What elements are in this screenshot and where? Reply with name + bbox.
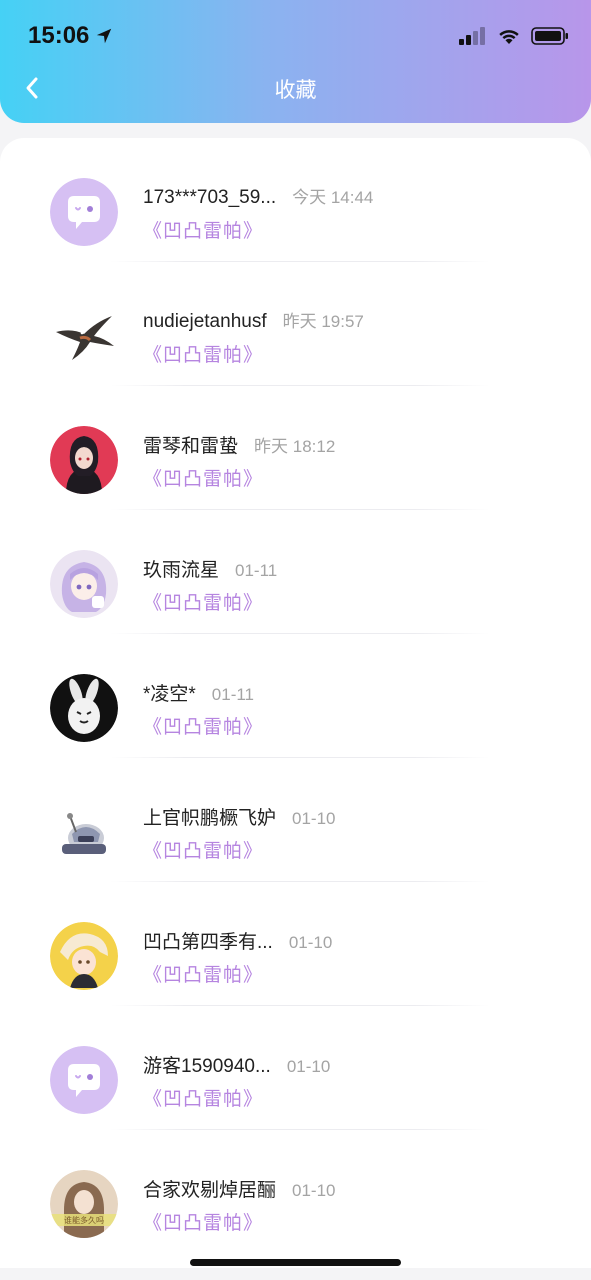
item-time: 昨天 19:57: [282, 312, 364, 331]
item-header: 凹凸第四季有... 01-10: [143, 927, 332, 954]
item-time: 01-10: [288, 933, 333, 952]
list-item[interactable]: nudiejetanhusf 昨天 19:57 《凹凸雷帕》: [0, 262, 591, 386]
home-indicator[interactable]: [190, 1259, 401, 1266]
avatar-caption: 谁能多久吗: [64, 1215, 104, 1225]
bunny-avatar: [50, 674, 118, 742]
cellular-signal-icon: [459, 27, 485, 45]
item-header: 雷琴和雷蛰 昨天 18:12: [143, 431, 335, 458]
item-title: 《凹凸雷帕》: [143, 469, 264, 490]
item-time: 01-10: [292, 809, 336, 828]
item-title: 《凹凸雷帕》: [143, 965, 264, 986]
list-item[interactable]: 谁能多久吗 合家欢剔焯居酾 01-10 《凹凸雷帕》: [0, 1130, 591, 1254]
item-time: 01-11: [211, 685, 255, 704]
portrait-avatar: 谁能多久吗: [50, 1170, 118, 1238]
user-name: 合家欢剔焯居酾: [143, 1180, 277, 1201]
status-time: 15:06: [28, 22, 113, 50]
wifi-icon: [499, 30, 519, 44]
item-time: 01-10: [286, 1057, 331, 1076]
battery-icon: [531, 27, 568, 45]
page-title: 收藏: [274, 79, 317, 102]
header: 15:06 收藏: [0, 0, 591, 123]
item-title: 《凹凸雷帕》: [143, 345, 264, 366]
list-item[interactable]: 上官帜鹏橛飞妒 01-10 《凹凸雷帕》: [0, 758, 591, 882]
user-name: 凹凸第四季有...: [143, 932, 273, 953]
list-item[interactable]: 游客1590940... 01-10 《凹凸雷帕》: [0, 1006, 591, 1130]
anime-girl-red-avatar: [50, 426, 118, 494]
list-item[interactable]: *凌空* 01-11 《凹凸雷帕》: [0, 634, 591, 758]
clock-text: 15:06: [28, 22, 90, 49]
item-header: 玖雨流星 01-11: [143, 555, 277, 582]
user-name: nudiejetanhusf: [143, 311, 267, 332]
user-name: *凌空*: [143, 684, 196, 705]
item-time: 01-10: [292, 1181, 336, 1200]
item-title: 《凹凸雷帕》: [143, 593, 264, 614]
location-arrow-icon: [97, 28, 112, 44]
item-time: 今天 14:44: [292, 188, 374, 207]
anime-girl-purple-avatar: [50, 550, 118, 618]
nav-bar: 收藏: [0, 60, 591, 116]
item-title: 《凹凸雷帕》: [143, 221, 264, 242]
robot-avatar: [50, 798, 118, 866]
list-item[interactable]: 173***703_59... 今天 14:44 《凹凸雷帕》: [0, 138, 591, 262]
item-header: 游客1590940... 01-10: [143, 1051, 330, 1078]
chat-bubble-avatar: [50, 178, 118, 246]
list-item[interactable]: 雷琴和雷蛰 昨天 18:12 《凹凸雷帕》: [0, 386, 591, 510]
item-header: nudiejetanhusf 昨天 19:57: [143, 307, 364, 333]
item-header: 173***703_59... 今天 14:44: [143, 183, 373, 209]
item-header: 上官帜鹏橛飞妒 01-10: [143, 803, 336, 830]
user-name: 雷琴和雷蛰: [143, 436, 239, 457]
status-icons: [459, 26, 569, 46]
item-time: 昨天 18:12: [254, 437, 336, 456]
item-title: 《凹凸雷帕》: [143, 1089, 264, 1110]
chat-bubble-avatar: [50, 1046, 118, 1114]
item-title: 《凹凸雷帕》: [143, 1213, 264, 1234]
user-name: 173***703_59...: [143, 187, 277, 208]
user-name: 游客1590940...: [143, 1056, 271, 1077]
item-time: 01-11: [235, 561, 278, 580]
list-item[interactable]: 玖雨流星 01-11 《凹凸雷帕》: [0, 510, 591, 634]
item-header: *凌空* 01-11: [143, 679, 254, 706]
item-title: 《凹凸雷帕》: [143, 717, 264, 738]
user-name: 玖雨流星: [143, 560, 220, 581]
item-title: 《凹凸雷帕》: [143, 841, 264, 862]
list-item[interactable]: 凹凸第四季有... 01-10 《凹凸雷帕》: [0, 882, 591, 1006]
item-header: 合家欢剔焯居酾 01-10: [143, 1175, 336, 1202]
anime-yellow-avatar: [50, 922, 118, 990]
swallow-bird-avatar: [50, 302, 118, 370]
user-name: 上官帜鹏橛飞妒: [143, 808, 277, 829]
favorites-list: 173***703_59... 今天 14:44 《凹凸雷帕》 nudiejet…: [0, 138, 591, 1268]
